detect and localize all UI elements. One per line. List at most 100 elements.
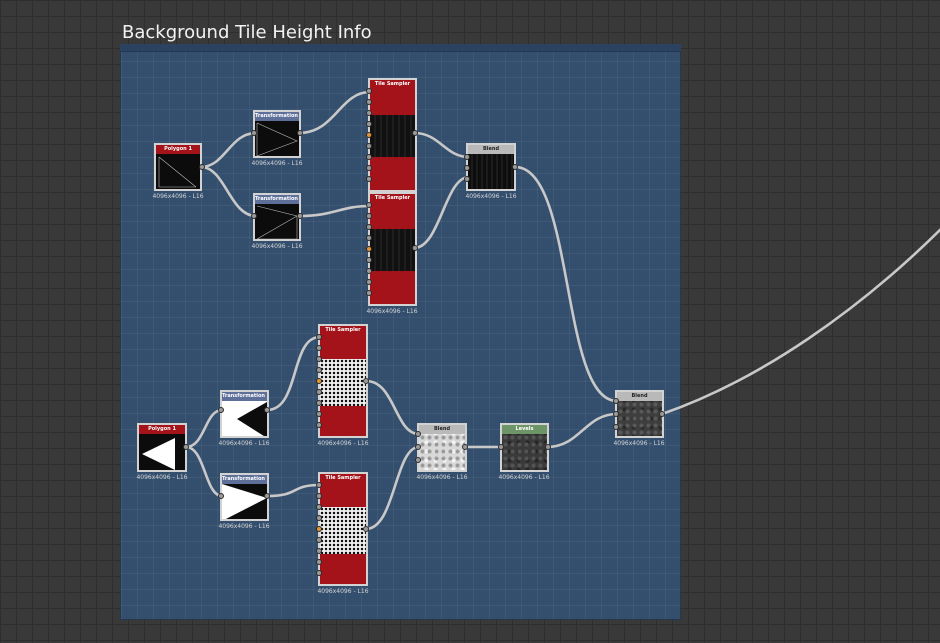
output-port[interactable] xyxy=(297,130,303,136)
input-port[interactable] xyxy=(464,154,470,160)
input-port[interactable] xyxy=(316,526,322,532)
wire xyxy=(545,412,619,449)
output-port[interactable] xyxy=(264,493,270,499)
input-port[interactable] xyxy=(366,290,372,296)
input-port[interactable] xyxy=(366,257,372,263)
input-port[interactable] xyxy=(366,268,372,274)
blend-node-top[interactable]: Blend xyxy=(466,143,516,191)
input-port[interactable] xyxy=(316,334,322,340)
output-port[interactable] xyxy=(183,444,189,450)
input-port[interactable] xyxy=(366,224,372,230)
input-port[interactable] xyxy=(366,99,372,105)
wire xyxy=(199,165,258,218)
node-preview xyxy=(255,204,299,239)
node-title: Polygon 1 xyxy=(156,145,200,154)
output-port[interactable] xyxy=(264,407,270,413)
input-port[interactable] xyxy=(613,424,619,430)
polygon-node-top[interactable]: Polygon 1 xyxy=(154,143,202,191)
input-port[interactable] xyxy=(251,130,257,136)
output-port[interactable] xyxy=(297,213,303,219)
input-port[interactable] xyxy=(316,559,322,565)
input-port[interactable] xyxy=(316,504,322,510)
input-port[interactable] xyxy=(316,548,322,554)
output-port[interactable] xyxy=(462,444,468,450)
node-title: Tile Sampler xyxy=(370,80,415,89)
input-port[interactable] xyxy=(316,570,322,576)
input-port[interactable] xyxy=(415,444,421,450)
node-title: Transformation 2D xyxy=(222,475,267,484)
input-port[interactable] xyxy=(415,457,421,463)
node-resolution-label: 4096x4096 - L16 xyxy=(218,523,270,530)
tile-sampler-node-bottom-b[interactable]: Tile Sampler xyxy=(318,472,368,586)
input-port[interactable] xyxy=(464,165,470,171)
transform-node-top-a[interactable]: Transformation 2D xyxy=(253,110,301,158)
input-port[interactable] xyxy=(218,407,224,413)
input-port[interactable] xyxy=(464,176,470,182)
levels-node[interactable]: Levels xyxy=(500,423,549,472)
tile-sampler-node-top-a[interactable]: Tile Sampler xyxy=(368,78,417,192)
input-port[interactable] xyxy=(613,398,619,404)
input-port[interactable] xyxy=(366,154,372,160)
node-preview xyxy=(222,484,267,519)
node-title: Polygon 1 xyxy=(139,425,185,434)
output-port[interactable] xyxy=(512,164,518,170)
transform-node-bottom-a[interactable]: Transformation 2D xyxy=(220,390,269,438)
node-preview xyxy=(468,154,514,189)
input-port[interactable] xyxy=(366,246,372,252)
input-port[interactable] xyxy=(251,213,257,219)
input-port[interactable] xyxy=(316,389,322,395)
output-port[interactable] xyxy=(659,411,665,417)
input-port[interactable] xyxy=(316,411,322,417)
input-port[interactable] xyxy=(316,422,322,428)
input-port[interactable] xyxy=(366,132,372,138)
input-port[interactable] xyxy=(366,165,372,171)
input-port[interactable] xyxy=(218,493,224,499)
input-port[interactable] xyxy=(366,143,372,149)
input-port[interactable] xyxy=(316,515,322,521)
input-port[interactable] xyxy=(366,279,372,285)
output-port[interactable] xyxy=(363,526,369,532)
tile-sampler-node-top-b[interactable]: Tile Sampler xyxy=(368,192,417,306)
output-port[interactable] xyxy=(363,378,369,384)
input-port[interactable] xyxy=(366,88,372,94)
tile-sampler-node-bottom-a[interactable]: Tile Sampler xyxy=(318,324,368,438)
wire xyxy=(364,379,421,436)
input-port[interactable] xyxy=(316,367,322,373)
input-port[interactable] xyxy=(316,537,322,543)
input-port[interactable] xyxy=(366,235,372,241)
output-port[interactable] xyxy=(545,444,551,450)
blend-node-bottom[interactable]: Blend xyxy=(417,423,467,472)
wire xyxy=(297,90,372,135)
transform-node-top-b[interactable]: Transformation 2D xyxy=(253,193,301,241)
input-port[interactable] xyxy=(316,493,322,499)
input-port[interactable] xyxy=(366,110,372,116)
node-resolution-label: 4096x4096 - L16 xyxy=(613,440,665,447)
node-resolution-label: 4096x4096 - L16 xyxy=(366,308,418,315)
input-port[interactable] xyxy=(316,356,322,362)
node-title: Transformation 2D xyxy=(222,392,267,401)
input-port[interactable] xyxy=(366,176,372,182)
wire xyxy=(412,175,471,250)
wire xyxy=(297,204,372,218)
node-preview xyxy=(320,507,366,554)
input-port[interactable] xyxy=(498,444,504,450)
node-resolution-label: 4096x4096 - L16 xyxy=(251,243,303,250)
input-port[interactable] xyxy=(366,213,372,219)
output-port[interactable] xyxy=(199,164,205,170)
node-preview xyxy=(502,434,547,470)
node-resolution-label: 4096x4096 - L16 xyxy=(251,160,303,167)
input-port[interactable] xyxy=(366,202,372,208)
node-preview xyxy=(419,434,465,470)
input-port[interactable] xyxy=(613,411,619,417)
transform-node-bottom-b[interactable]: Transformation 2D xyxy=(220,473,269,521)
input-port[interactable] xyxy=(316,482,322,488)
input-port[interactable] xyxy=(415,431,421,437)
input-port[interactable] xyxy=(316,345,322,351)
polygon-node-bottom[interactable]: Polygon 1 xyxy=(137,423,187,472)
input-port[interactable] xyxy=(366,121,372,127)
output-port[interactable] xyxy=(412,245,418,251)
input-port[interactable] xyxy=(316,400,322,406)
blend-node-final[interactable]: Blend xyxy=(615,390,664,438)
output-port[interactable] xyxy=(412,130,418,136)
input-port[interactable] xyxy=(316,378,322,384)
